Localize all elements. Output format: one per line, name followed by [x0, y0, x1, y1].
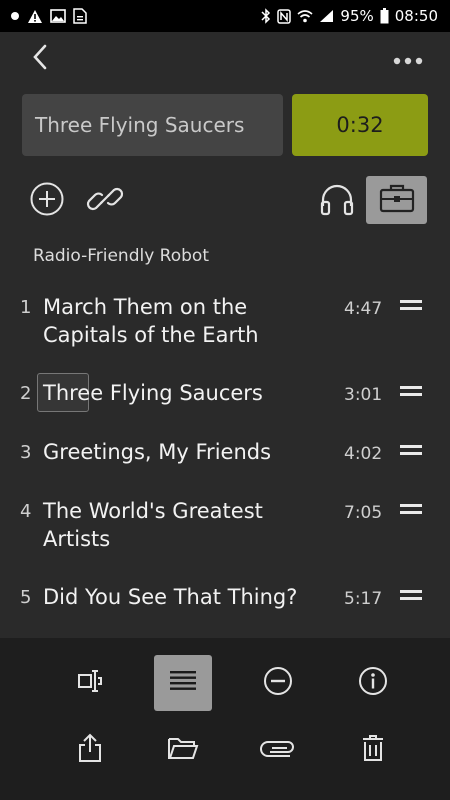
track-row[interactable]: 4 The World's Greatest Artists 7:05	[0, 498, 450, 558]
link-icon	[85, 179, 125, 223]
track-title: March Them on the Capitals of the Earth	[43, 295, 259, 347]
drag-handle-icon[interactable]	[400, 445, 422, 457]
track-row[interactable]: 1 March Them on the Capitals of the Eart…	[0, 294, 450, 354]
status-bar: 95% 08:50	[0, 0, 450, 32]
list-view-button[interactable]	[154, 655, 212, 711]
status-bar-left	[10, 8, 87, 24]
chevron-left-icon	[32, 44, 48, 74]
track-number: 5	[20, 587, 32, 608]
add-circle-icon	[29, 181, 65, 221]
track-duration: 5:17	[344, 589, 383, 609]
notification-dot-icon	[10, 11, 20, 21]
track-title-field[interactable]: Three Flying Saucers	[22, 94, 283, 156]
wifi-icon	[297, 9, 313, 23]
bottom-toolbar	[0, 638, 450, 800]
track-title: The World's Greatest Artists	[43, 499, 263, 551]
track-number: 4	[20, 501, 32, 522]
attachment-button[interactable]	[249, 722, 307, 778]
image-icon	[50, 9, 66, 23]
battery-percent: 95%	[340, 7, 374, 25]
track-number: 3	[20, 442, 32, 463]
track-row[interactable]: 5 Did You See That Thing? 5:17	[0, 584, 450, 616]
track-title: Greetings, My Friends	[43, 440, 272, 464]
more-options-button[interactable]	[388, 46, 428, 72]
track-duration: 3:01	[344, 385, 383, 405]
warning-icon	[27, 9, 43, 24]
add-button[interactable]	[28, 182, 66, 220]
track-title: Three Flying Saucers	[43, 381, 263, 405]
list-view-icon	[169, 670, 197, 696]
drag-handle-icon[interactable]	[400, 386, 422, 398]
drag-handle-icon[interactable]	[400, 590, 422, 602]
signal-icon	[319, 9, 334, 23]
info-button[interactable]	[344, 655, 402, 711]
remove-button[interactable]	[249, 655, 307, 711]
nfc-icon	[277, 8, 292, 24]
share-icon	[77, 733, 103, 767]
file-icon	[73, 8, 87, 24]
clock: 08:50	[394, 7, 438, 25]
drag-handle-icon[interactable]	[400, 300, 422, 312]
text-cursor-icon	[76, 667, 104, 699]
link-button[interactable]	[84, 180, 126, 222]
status-bar-right: 95% 08:50	[261, 7, 438, 25]
delete-button[interactable]	[344, 722, 402, 778]
trash-icon	[361, 734, 385, 766]
attachment-icon	[260, 738, 296, 762]
remove-circle-icon	[263, 666, 293, 700]
bluetooth-icon	[261, 8, 271, 24]
track-number: 1	[20, 297, 32, 318]
track-row[interactable]: 2 Three Flying Saucers 3:01	[0, 380, 450, 412]
drag-handle-icon[interactable]	[400, 504, 422, 516]
text-cursor-button[interactable]	[61, 655, 119, 711]
info-icon	[358, 666, 388, 700]
track-row[interactable]: 3 Greetings, My Friends 4:02	[0, 439, 450, 471]
track-title: Did You See That Thing?	[43, 585, 298, 609]
folder-open-icon	[167, 735, 199, 765]
headphones-icon	[319, 182, 355, 220]
elapsed-time-display[interactable]: 0:32	[292, 94, 428, 156]
track-duration: 7:05	[344, 503, 383, 523]
album-name: Radio-Friendly Robot	[33, 246, 209, 266]
battery-icon	[380, 8, 389, 24]
more-horizontal-icon	[393, 50, 423, 69]
share-button[interactable]	[61, 722, 119, 778]
briefcase-icon	[378, 182, 416, 218]
headphones-button[interactable]	[316, 181, 358, 221]
track-number: 2	[20, 383, 32, 404]
track-duration: 4:47	[344, 299, 383, 319]
open-folder-button[interactable]	[154, 722, 212, 778]
back-button[interactable]	[26, 44, 54, 74]
briefcase-button[interactable]	[366, 176, 427, 224]
track-duration: 4:02	[344, 444, 383, 464]
